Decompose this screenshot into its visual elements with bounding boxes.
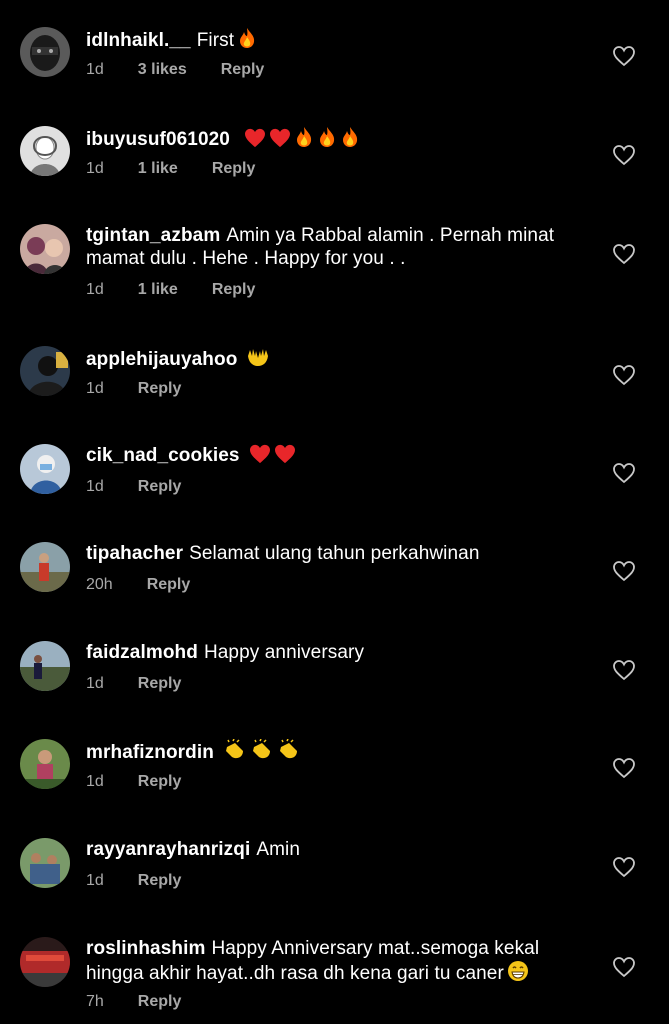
like-heart-icon[interactable]: [612, 364, 636, 386]
fire-emoji-icon: [340, 126, 360, 154]
comment-body: Happy Anniversary mat..semoga kekal: [211, 938, 540, 959]
palms-up-emoji-icon: [246, 346, 270, 374]
comment-text: rayyanrayhanrizqi Amin: [86, 838, 586, 861]
comment-username[interactable]: tipahacher: [86, 543, 183, 564]
avatar[interactable]: [20, 224, 70, 274]
comment-meta: 1d Reply: [86, 872, 215, 890]
like-heart-icon[interactable]: [612, 659, 636, 681]
comment-username[interactable]: idlnhaikl.__: [86, 30, 191, 51]
fire-emoji-icon: [317, 126, 337, 154]
avatar[interactable]: [20, 937, 70, 987]
comment-text: mrhafiznordin: [86, 738, 586, 767]
avatar[interactable]: [20, 542, 70, 592]
comment-username[interactable]: tgintan_azbam: [86, 225, 220, 246]
reply-button[interactable]: Reply: [138, 993, 182, 1010]
clapping-hands-emoji-icon: [250, 738, 274, 767]
reply-button[interactable]: Reply: [212, 160, 256, 177]
comment-timestamp: 1d: [86, 281, 104, 298]
reply-button[interactable]: Reply: [138, 380, 182, 397]
comment-timestamp: 1d: [86, 872, 104, 889]
like-heart-icon[interactable]: [612, 144, 636, 166]
comment-text: roslinhashim Happy Anniversary mat..semog…: [86, 937, 586, 988]
comment-body-line2: mamat dulu . Hehe . Happy for you . .: [86, 248, 406, 269]
comment-timestamp: 7h: [86, 993, 104, 1010]
reply-button[interactable]: Reply: [138, 478, 182, 495]
red-heart-emoji-icon: [244, 128, 266, 154]
comment-username[interactable]: faidzalmohd: [86, 642, 198, 663]
comment-timestamp: 1d: [86, 61, 104, 78]
avatar[interactable]: [20, 346, 70, 396]
comment-meta: 1d Reply: [86, 773, 215, 791]
comment-meta: 1d Reply: [86, 478, 215, 496]
avatar[interactable]: [20, 444, 70, 494]
comment-body: Amin ya Rabbal alamin . Pernah minat: [226, 225, 555, 246]
comment-likes[interactable]: 1 like: [138, 160, 178, 177]
comment-timestamp: 20h: [86, 576, 113, 593]
comment-body: First: [196, 30, 235, 51]
like-heart-icon[interactable]: [612, 243, 636, 265]
red-heart-emoji-icon: [249, 444, 271, 470]
clapping-hands-emoji-icon: [223, 738, 247, 767]
comment-meta: 7h Reply: [86, 993, 215, 1011]
comment-meta: 1d Reply: [86, 675, 215, 693]
like-heart-icon[interactable]: [612, 856, 636, 878]
avatar[interactable]: [20, 739, 70, 789]
comment-likes[interactable]: 3 likes: [138, 61, 187, 78]
avatar[interactable]: [20, 27, 70, 77]
like-heart-icon[interactable]: [612, 462, 636, 484]
comment-body: Happy anniversary: [203, 642, 365, 663]
comment-username[interactable]: applehijauyahoo: [86, 349, 237, 370]
comment-text: applehijauyahoo: [86, 346, 586, 374]
reply-button[interactable]: Reply: [138, 773, 182, 790]
red-heart-emoji-icon: [269, 128, 291, 154]
comment-meta: 1d 1 like Reply: [86, 281, 289, 299]
like-heart-icon[interactable]: [612, 757, 636, 779]
comment-meta: 20h Reply: [86, 576, 224, 594]
reply-button[interactable]: Reply: [138, 872, 182, 889]
like-heart-icon[interactable]: [612, 45, 636, 67]
comment-username[interactable]: roslinhashim: [86, 938, 205, 959]
avatar[interactable]: [20, 126, 70, 176]
comment-text: faidzalmohd Happy anniversary: [86, 641, 586, 664]
comment-timestamp: 1d: [86, 380, 104, 397]
comment-text: cik_nad_cookies: [86, 444, 586, 470]
grinning-face-emoji-icon: [507, 960, 529, 988]
clapping-hands-emoji-icon: [277, 738, 301, 767]
fire-emoji-icon: [294, 126, 314, 154]
comment-text: idlnhaikl.__ First: [86, 27, 586, 55]
comment-username[interactable]: rayyanrayhanrizqi: [86, 839, 250, 860]
comment-username[interactable]: cik_nad_cookies: [86, 445, 240, 466]
comment-body: Amin: [256, 839, 301, 860]
comment-timestamp: 1d: [86, 773, 104, 790]
like-heart-icon[interactable]: [612, 956, 636, 978]
avatar[interactable]: [20, 838, 70, 888]
reply-button[interactable]: Reply: [212, 281, 256, 298]
comment-meta: 1d Reply: [86, 380, 215, 398]
comment-meta: 1d 3 likes Reply: [86, 61, 298, 79]
comment-likes[interactable]: 1 like: [138, 281, 178, 298]
comment-username[interactable]: mrhafiznordin: [86, 742, 214, 763]
comment-text: tgintan_azbam Amin ya Rabbal alamin . Per…: [86, 224, 586, 270]
red-heart-emoji-icon: [274, 444, 296, 470]
reply-button[interactable]: Reply: [221, 61, 265, 78]
fire-emoji-icon: [237, 27, 257, 55]
comment-username[interactable]: ibuyusuf061020: [86, 129, 230, 150]
comment-timestamp: 1d: [86, 160, 104, 177]
comment-text: tipahacher Selamat ulang tahun perkahwina…: [86, 542, 586, 565]
reply-button[interactable]: Reply: [138, 675, 182, 692]
like-heart-icon[interactable]: [612, 560, 636, 582]
comment-text: ibuyusuf061020: [86, 126, 586, 154]
comment-body-line2: hingga akhir hayat..dh rasa dh kena gari…: [86, 963, 504, 984]
comment-timestamp: 1d: [86, 675, 104, 692]
comment-timestamp: 1d: [86, 478, 104, 495]
avatar[interactable]: [20, 641, 70, 691]
comment-body: Selamat ulang tahun perkahwinan: [189, 543, 480, 564]
reply-button[interactable]: Reply: [147, 576, 191, 593]
comment-meta: 1d 1 like Reply: [86, 160, 289, 178]
